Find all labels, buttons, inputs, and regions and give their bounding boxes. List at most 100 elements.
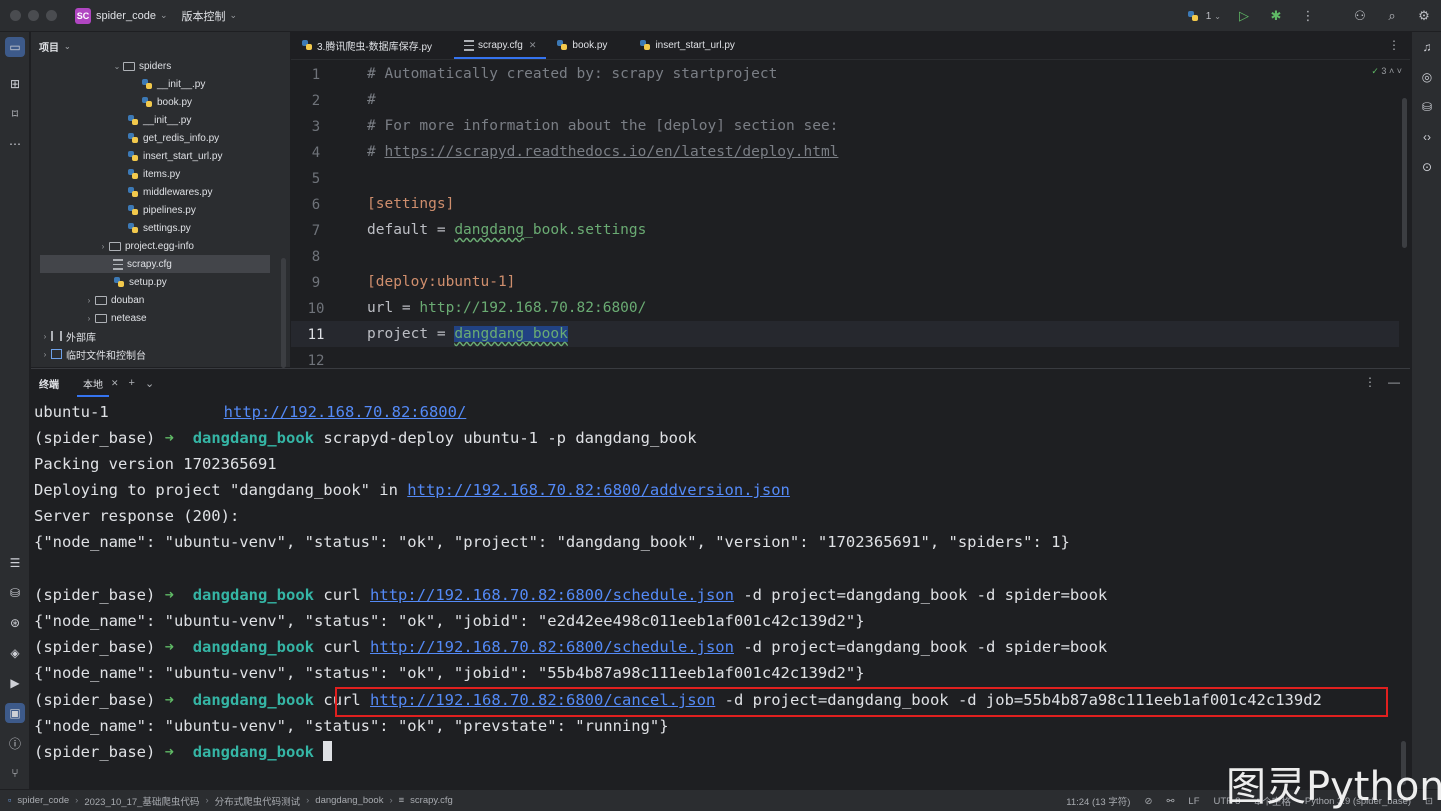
code-with-me-icon[interactable]: ‹› <box>1418 128 1436 146</box>
chevron-down-icon[interactable]: ˅ <box>1397 66 1402 76</box>
layers-icon[interactable]: ◈ <box>5 643 25 663</box>
tree-item-douban[interactable]: › douban <box>83 291 145 309</box>
tree-item-spiders-init[interactable]: __init__.py <box>141 75 205 93</box>
terminal-tab-local[interactable]: 本地 <box>77 369 109 397</box>
tree-item-get-redis-info[interactable]: get_redis_info.py <box>127 129 219 147</box>
tree-item-insert-start-url[interactable]: insert_start_url.py <box>127 147 222 165</box>
tree-item-netease[interactable]: › netease <box>83 309 147 327</box>
tab-scrapy-cfg[interactable]: scrapy.cfg ✕ <box>454 31 547 59</box>
prompt-dir: dangdang_book <box>192 429 315 447</box>
tree-item-label: setup.py <box>129 276 167 288</box>
endpoints-icon[interactable]: ⊙ <box>1418 158 1436 176</box>
git-branch-icon[interactable]: ⑂ <box>5 763 25 783</box>
tab-book-py[interactable]: book.py <box>546 31 617 59</box>
bookmark-icon[interactable]: ⌑ <box>5 104 25 124</box>
tree-item-middlewares-py[interactable]: middlewares.py <box>127 183 212 201</box>
tab-insert-start-url[interactable]: insert_start_url.py <box>629 31 744 59</box>
terminal-line: Deploying to project "dangdang_book" in … <box>34 479 790 501</box>
tree-item-items-py[interactable]: items.py <box>127 165 180 183</box>
comment-prefix: # <box>367 144 385 160</box>
maximize-window-button[interactable] <box>46 10 57 21</box>
project-selector[interactable]: spider_code <box>96 10 156 22</box>
breadcrumb-item[interactable]: dangdang_book <box>315 795 383 806</box>
terminal-link[interactable]: http://192.168.70.82:6800/schedule.json <box>370 586 734 604</box>
python-packages-icon[interactable]: ⊛ <box>5 613 25 633</box>
tree-item-pipelines-py[interactable]: pipelines.py <box>127 201 196 219</box>
more-tabs-icon[interactable]: ⋮ <box>1388 38 1400 52</box>
breadcrumb-item[interactable]: 分布式爬虫代码测试 <box>215 794 301 808</box>
code-line-9[interactable]: [deploy:ubuntu-1] <box>367 274 515 290</box>
tree-item-settings-py[interactable]: settings.py <box>127 219 191 237</box>
code-line-6[interactable]: [settings] <box>367 196 454 212</box>
more-options-icon[interactable]: ⋮ <box>1364 375 1376 389</box>
close-icon[interactable]: ✕ <box>111 378 119 389</box>
debug-icon[interactable]: ✱ <box>1267 7 1285 25</box>
breadcrumb-item[interactable]: spider_code <box>17 795 69 806</box>
line-ending[interactable]: LF <box>1188 796 1199 807</box>
close-window-button[interactable] <box>10 10 21 21</box>
tree-item-project-egg-info[interactable]: › project.egg-info <box>97 237 194 255</box>
status-bar: ▫ spider_code › 2023_10_17_基础爬虫代码 › 分布式爬… <box>0 789 1441 811</box>
prompt-dir: dangdang_book <box>192 691 315 709</box>
new-tab-icon[interactable]: + <box>129 377 135 389</box>
terminal-link[interactable]: http://192.168.70.82:6800/addversion.jso… <box>407 481 790 499</box>
tab-tencent-spider[interactable]: 3.腾讯爬虫-数据库保存.py <box>291 31 442 59</box>
tree-item-scrapy-cfg[interactable]: scrapy.cfg <box>40 255 270 273</box>
inspection-widget[interactable]: ✓ 3 ˄ ˅ <box>1371 66 1402 77</box>
structure-icon[interactable]: ⊞ <box>5 74 25 94</box>
folder-icon <box>95 295 107 305</box>
problems-icon[interactable]: ⓘ <box>5 733 25 753</box>
editor: 3.腾讯爬虫-数据库保存.py scrapy.cfg ✕ book.py ins… <box>291 32 1410 367</box>
terminal-line: {"node_name": "ubuntu-venv", "status": "… <box>34 664 865 682</box>
search-icon[interactable]: ⌕ <box>1383 7 1401 25</box>
gear-icon[interactable]: ⚙ <box>1415 7 1433 25</box>
code-line-3[interactable]: # For more information about the [deploy… <box>367 118 838 134</box>
tree-item-label: book.py <box>157 96 193 108</box>
code-line-1[interactable]: # Automatically created by: scrapy start… <box>367 66 777 82</box>
terminal-icon[interactable]: ▣ <box>5 703 25 723</box>
breadcrumb-item[interactable]: scrapy.cfg <box>410 795 453 806</box>
close-icon[interactable]: ✕ <box>529 40 537 51</box>
editor-scrollbar[interactable] <box>1402 98 1407 248</box>
run-config-selector[interactable]: 1 ⌄ <box>1187 7 1221 25</box>
ai-assistant-icon[interactable]: ◎ <box>1418 68 1436 86</box>
tree-item-setup-py[interactable]: setup.py <box>113 273 167 291</box>
no-power-save-icon[interactable]: ⊘ <box>1144 796 1152 807</box>
chevron-down-icon[interactable]: ⌄ <box>145 377 154 390</box>
services-icon[interactable]: ▶ <box>5 673 25 693</box>
terminal-prompt-line[interactable]: (spider_base) ➜ dangdang_book <box>34 741 333 763</box>
ai-status-icon[interactable]: ⚯ <box>1166 796 1174 807</box>
tree-item-book-py[interactable]: book.py <box>141 93 192 111</box>
chevron-down-icon: ⌄ <box>159 10 168 20</box>
command-text: -d project=dangdang_book -d spider=book <box>733 586 1108 604</box>
code-line-7[interactable]: default = dangdang_book.settings <box>367 222 646 238</box>
database-icon[interactable]: ⛁ <box>5 583 25 603</box>
add-user-icon[interactable]: ⚇ <box>1351 7 1369 25</box>
docs-link[interactable]: https://scrapyd.readthedocs.io/en/latest… <box>384 144 838 160</box>
minimize-window-button[interactable] <box>28 10 39 21</box>
tree-item-external-libraries[interactable]: › 外部库 <box>39 327 96 345</box>
minimize-icon[interactable]: — <box>1388 375 1400 389</box>
code-line-2[interactable]: # <box>367 92 376 108</box>
database-icon[interactable]: ⛁ <box>1418 98 1436 116</box>
project-panel-scrollbar[interactable] <box>281 258 286 368</box>
code-line-4[interactable]: # https://scrapyd.readthedocs.io/en/late… <box>367 144 838 160</box>
code-line-10[interactable]: url = http://192.168.70.82:6800/ <box>367 300 646 316</box>
terminal-link[interactable]: http://192.168.70.82:6800/schedule.json <box>370 638 734 656</box>
breadcrumb-item[interactable]: 2023_10_17_基础爬虫代码 <box>84 794 199 808</box>
notifications-icon[interactable]: ♫ <box>1418 38 1436 56</box>
caret-position[interactable]: 11:24 (13 字符) <box>1066 794 1130 808</box>
chevron-up-icon[interactable]: ˄ <box>1389 66 1394 76</box>
more-actions-icon[interactable]: ⋮ <box>1299 7 1317 25</box>
terminal-link[interactable]: http://192.168.70.82:6800/ <box>224 403 467 421</box>
vcs-menu[interactable]: 版本控制 <box>181 8 225 24</box>
code-line-11[interactable]: project = dangdang_book <box>367 326 568 342</box>
tree-item-spiders[interactable]: ⌄ spiders <box>111 57 172 75</box>
tree-item-init-py[interactable]: __init__.py <box>127 111 191 129</box>
project-panel-header[interactable]: 项目 ⌄ <box>31 32 290 60</box>
project-folder-icon[interactable]: ▭ <box>5 37 25 57</box>
todo-list-icon[interactable]: ☰ <box>5 553 25 573</box>
more-tools-icon[interactable]: ⋯ <box>5 134 25 154</box>
tree-item-scratches[interactable]: › 临时文件和控制台 <box>39 345 146 363</box>
run-icon[interactable]: ▷ <box>1235 7 1253 25</box>
